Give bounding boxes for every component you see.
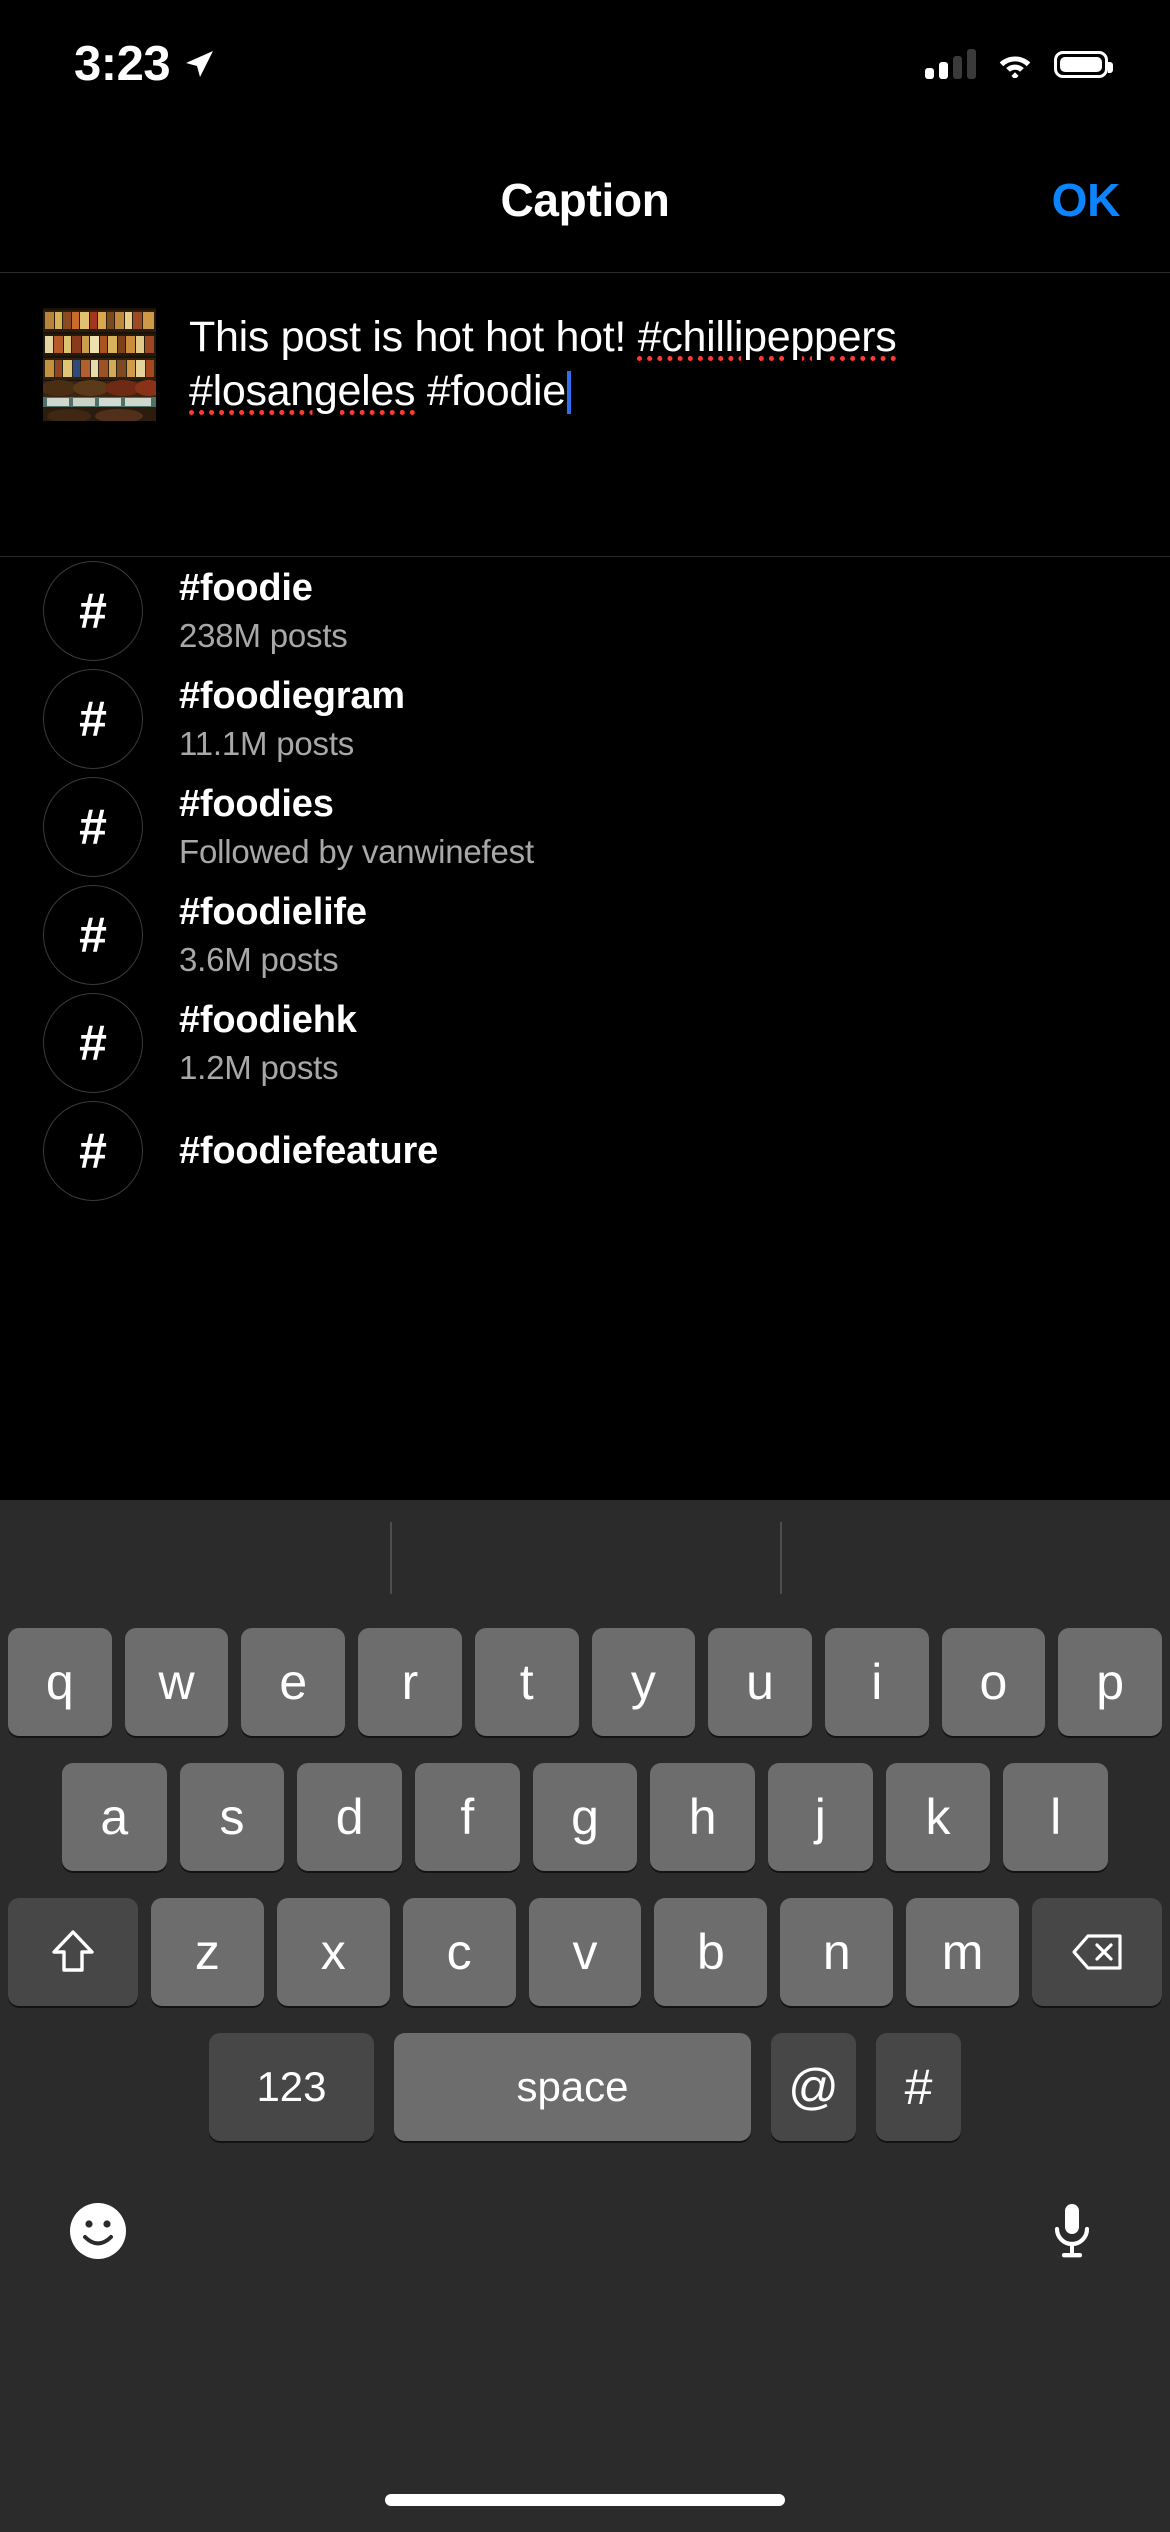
key-s[interactable]: s xyxy=(179,1763,285,1871)
key-h[interactable]: h xyxy=(650,1763,756,1871)
text-cursor xyxy=(566,371,571,415)
hashtag-subtitle: 3.6M posts xyxy=(179,941,339,978)
phone-screen: 3:23 Caption OK This post is hot hot hot… xyxy=(0,0,1170,2532)
key-m[interactable]: m xyxy=(906,1898,1020,2006)
keyboard-bottom-bar xyxy=(0,2141,1170,2291)
list-item[interactable]: # #foodiefeature xyxy=(0,1097,1170,1205)
key-o[interactable]: o xyxy=(941,1628,1046,1736)
hash-icon: # xyxy=(43,1101,143,1201)
hashtag-subtitle: 1.2M posts xyxy=(179,1049,339,1086)
post-thumbnail[interactable] xyxy=(43,308,156,421)
key-c[interactable]: c xyxy=(402,1898,516,2006)
hash-icon: # xyxy=(43,561,143,661)
key-z[interactable]: z xyxy=(151,1898,264,2006)
status-bar-left: 3:23 xyxy=(74,36,214,92)
prediction-separator xyxy=(390,1522,392,1594)
key-j[interactable]: j xyxy=(768,1763,873,1871)
hashtag-name: #foodielife xyxy=(179,891,367,933)
key-e[interactable]: e xyxy=(241,1628,346,1736)
on-screen-keyboard[interactable]: q w e r t y u i o p a s d f g h j k l z … xyxy=(0,1500,1170,2532)
emoji-smiley-icon[interactable] xyxy=(68,2201,128,2261)
caption-editor-row[interactable]: This post is hot hot hot! #chillipeppers… xyxy=(0,273,1170,556)
caption-hashtag-foodie: #foodie xyxy=(415,367,566,416)
caption-text[interactable]: This post is hot hot hot! #chillipeppers… xyxy=(189,308,1130,556)
hashtag-subtitle: 238M posts xyxy=(179,617,348,654)
hashtag-meta: #foodielife 3.6M posts xyxy=(179,891,367,979)
navigation-bar: Caption OK xyxy=(0,128,1170,272)
key-x[interactable]: x xyxy=(276,1898,390,2006)
hash-icon: # xyxy=(43,777,143,877)
predictive-text-bar[interactable] xyxy=(0,1500,1170,1620)
home-indicator xyxy=(385,2494,785,2506)
key-l[interactable]: l xyxy=(1003,1763,1109,1871)
status-bar: 3:23 xyxy=(0,0,1170,128)
list-item[interactable]: # #foodiegram 11.1M posts xyxy=(0,665,1170,773)
delete-key[interactable] xyxy=(1032,1898,1163,2006)
hashtag-name: #foodiegram xyxy=(179,675,405,717)
hashtag-suggestion-list[interactable]: # #foodie 238M posts # #foodiegram 11.1M… xyxy=(0,557,1170,1500)
key-k[interactable]: k xyxy=(885,1763,991,1871)
key-p[interactable]: p xyxy=(1058,1628,1163,1736)
hashtag-name: #foodies xyxy=(179,783,334,825)
caption-hashtag-losangeles: #losangeles xyxy=(189,367,416,416)
list-item[interactable]: # #foodie 238M posts xyxy=(0,557,1170,665)
list-item[interactable]: # #foodiehk 1.2M posts xyxy=(0,989,1170,1097)
list-item[interactable]: # #foodies Followed by vanwinefest xyxy=(0,773,1170,881)
hash-icon: # xyxy=(43,885,143,985)
keyboard-row-1: q w e r t y u i o p xyxy=(0,1628,1170,1736)
key-w[interactable]: w xyxy=(124,1628,229,1736)
hashtag-subtitle: 11.1M posts xyxy=(179,725,355,762)
key-r[interactable]: r xyxy=(358,1628,462,1736)
microphone-icon[interactable] xyxy=(1042,2201,1102,2261)
key-f[interactable]: f xyxy=(415,1763,520,1871)
key-d[interactable]: d xyxy=(297,1763,402,1871)
key-v[interactable]: v xyxy=(528,1898,642,2006)
hashtag-meta: #foodiehk 1.2M posts xyxy=(179,999,357,1087)
key-q[interactable]: q xyxy=(7,1628,112,1736)
key-b[interactable]: b xyxy=(654,1898,768,2006)
location-arrow-icon xyxy=(184,49,214,79)
status-time: 3:23 xyxy=(74,37,171,91)
keyboard-row-4: 123 space @ # xyxy=(0,2033,1170,2141)
status-bar-right xyxy=(925,49,1113,79)
cellular-signal-icon xyxy=(925,49,976,79)
key-t[interactable]: t xyxy=(474,1628,579,1736)
hashtag-name: #foodie xyxy=(179,567,313,609)
at-key[interactable]: @ xyxy=(771,2033,856,2141)
hashtag-meta: #foodiefeature xyxy=(179,1130,438,1173)
caption-segment-plain: This post is hot hot hot! xyxy=(189,313,638,361)
hash-key[interactable]: # xyxy=(876,2033,961,2141)
wifi-icon xyxy=(996,50,1034,78)
shift-key[interactable] xyxy=(8,1898,138,2006)
key-i[interactable]: i xyxy=(824,1628,929,1736)
key-y[interactable]: y xyxy=(591,1628,696,1736)
key-u[interactable]: u xyxy=(708,1628,812,1736)
hashtag-meta: #foodiegram 11.1M posts xyxy=(179,675,405,763)
hashtag-name: #foodiehk xyxy=(179,999,357,1041)
key-n[interactable]: n xyxy=(780,1898,894,2006)
hashtag-meta: #foodie 238M posts xyxy=(179,567,348,655)
keyboard-row-2: a s d f g h j k l xyxy=(0,1763,1170,1871)
list-item[interactable]: # #foodielife 3.6M posts xyxy=(0,881,1170,989)
hash-icon: # xyxy=(43,993,143,1093)
keyboard-row-3: z x c v b n m xyxy=(0,1898,1170,2006)
hash-icon: # xyxy=(43,669,143,769)
battery-full-icon xyxy=(1054,50,1113,78)
hashtag-name: #foodiefeature xyxy=(179,1129,439,1172)
hashtag-meta: #foodies Followed by vanwinefest xyxy=(179,783,534,871)
key-a[interactable]: a xyxy=(61,1763,167,1871)
page-title: Caption xyxy=(500,174,670,226)
hashtag-subtitle: Followed by vanwinefest xyxy=(179,833,534,870)
prediction-separator xyxy=(780,1522,782,1594)
key-g[interactable]: g xyxy=(532,1763,638,1871)
ok-button[interactable]: OK xyxy=(1052,173,1121,227)
numeric-key[interactable]: 123 xyxy=(209,2033,374,2141)
caption-hashtag-chillipeppers: #chillipeppers xyxy=(637,313,897,361)
space-key[interactable]: space xyxy=(394,2033,751,2141)
